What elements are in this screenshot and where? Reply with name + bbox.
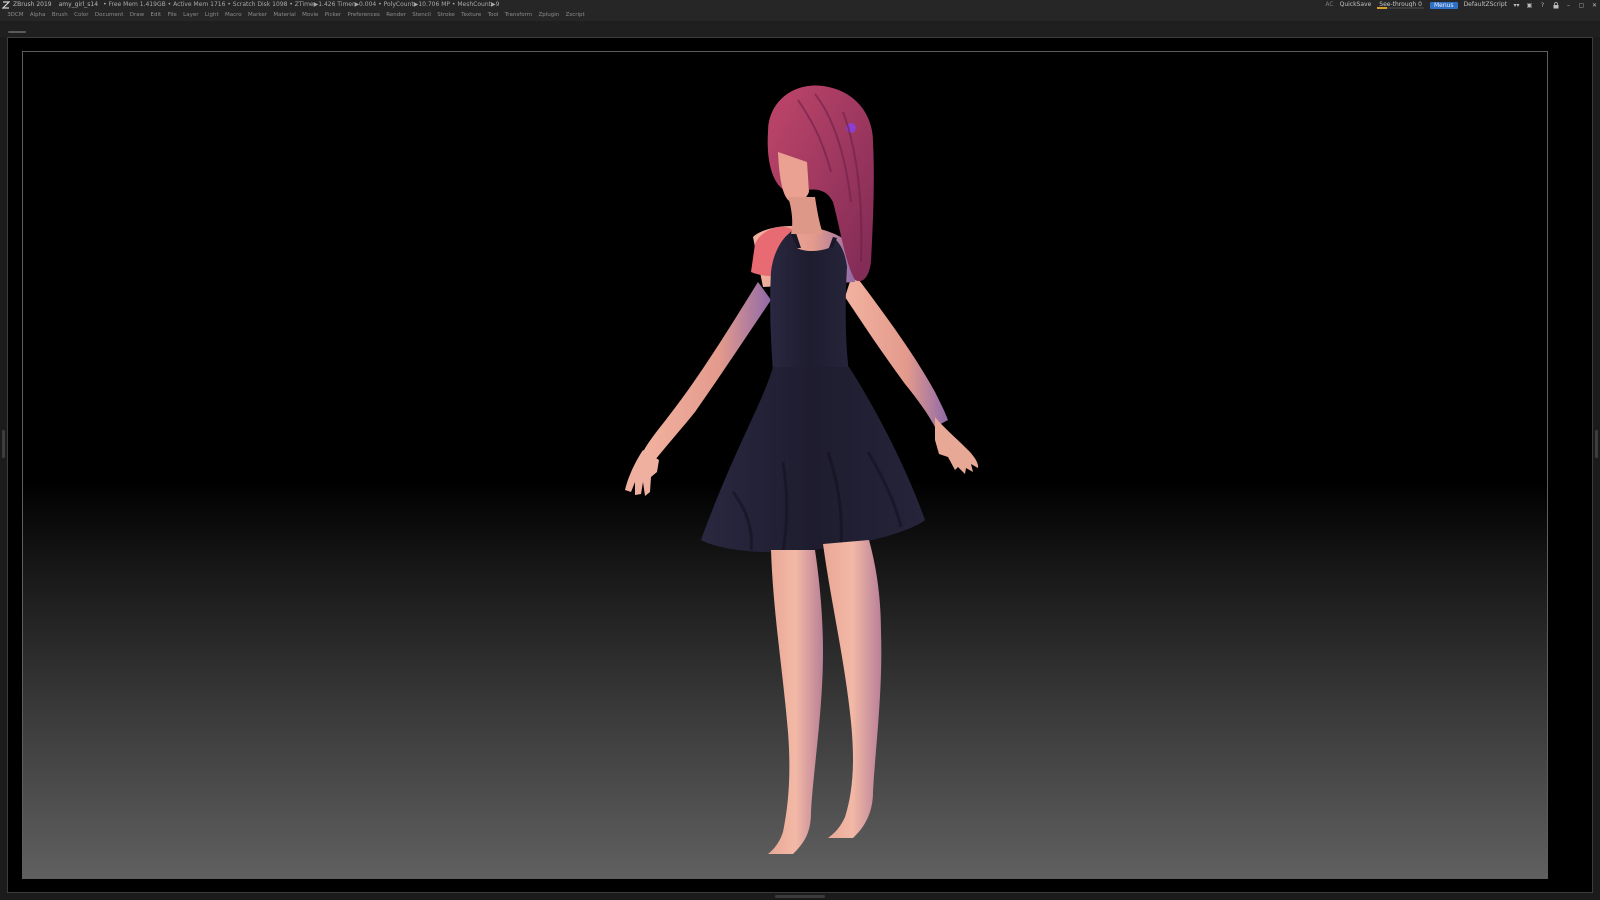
- help-icon[interactable]: ?: [1539, 2, 1546, 9]
- menu-document[interactable]: Document: [92, 10, 127, 21]
- quicksave-button[interactable]: QuickSave: [1340, 0, 1372, 10]
- menu-preferences[interactable]: Preferences: [344, 10, 383, 21]
- menu-light[interactable]: Light: [202, 10, 222, 21]
- see-through-slider[interactable]: See-through 0: [1377, 0, 1424, 10]
- menu-tool[interactable]: Tool: [484, 10, 501, 21]
- menu-stroke[interactable]: Stroke: [434, 10, 458, 21]
- memory-stats: • Free Mem 1.419GB • Active Mem 1716 • S…: [103, 1, 500, 8]
- menu-transform[interactable]: Transform: [502, 10, 536, 21]
- layout-icon[interactable]: ▾▾: [1513, 2, 1520, 9]
- document-name: amy_girl_s14: [58, 1, 99, 8]
- character-model[interactable]: [583, 72, 1003, 862]
- menu-alpha[interactable]: Alpha: [27, 10, 49, 21]
- menu-zscript[interactable]: Zscript: [562, 10, 587, 21]
- palette-icon[interactable]: ▣: [1526, 2, 1533, 9]
- bottom-tray-handle[interactable]: [775, 895, 825, 898]
- maximize-icon[interactable]: ▢: [1578, 2, 1585, 9]
- left-tray-handle[interactable]: [2, 430, 5, 458]
- menu-brush[interactable]: Brush: [49, 10, 71, 21]
- menu-draw[interactable]: Draw: [127, 10, 148, 21]
- menu-stencil[interactable]: Stencil: [409, 10, 434, 21]
- menus-toggle-button[interactable]: Menus: [1429, 1, 1458, 9]
- menu-edit[interactable]: Edit: [147, 10, 164, 21]
- close-icon[interactable]: ✕: [1591, 2, 1598, 9]
- lock-icon[interactable]: [1552, 1, 1559, 9]
- menu-marker[interactable]: Marker: [245, 10, 270, 21]
- menu-file[interactable]: File: [164, 10, 180, 21]
- menu-material[interactable]: Material: [270, 10, 299, 21]
- menu-picker[interactable]: Picker: [322, 10, 345, 21]
- ac-button[interactable]: AC: [1325, 0, 1333, 10]
- title-bar: ZBrush 2019 amy_girl_s14 • Free Mem 1.41…: [0, 0, 1600, 10]
- menu-zplugin[interactable]: Zplugin: [535, 10, 562, 21]
- right-tray-handle[interactable]: [1595, 430, 1598, 458]
- app-name: ZBrush 2019: [13, 1, 52, 8]
- menu-texture[interactable]: Texture: [458, 10, 485, 21]
- menu-movie[interactable]: Movie: [299, 10, 322, 21]
- menu-color[interactable]: Color: [71, 10, 92, 21]
- main-menu-bar: 3DCM Alpha Brush Color Document Draw Edi…: [0, 10, 1600, 21]
- menu-3dcm[interactable]: 3DCM: [4, 10, 27, 21]
- script-name[interactable]: DefaultZScript: [1464, 0, 1507, 10]
- menu-render[interactable]: Render: [383, 10, 409, 21]
- zbrush-logo-icon: [1, 1, 11, 9]
- viewport-canvas[interactable]: [22, 51, 1548, 879]
- document-tab-handle[interactable]: [8, 31, 26, 33]
- menu-layer[interactable]: Layer: [180, 10, 202, 21]
- menu-macro[interactable]: Macro: [222, 10, 245, 21]
- document-bar: [0, 21, 1600, 37]
- minimize-icon[interactable]: –: [1565, 2, 1572, 9]
- see-through-fill: [1377, 7, 1387, 9]
